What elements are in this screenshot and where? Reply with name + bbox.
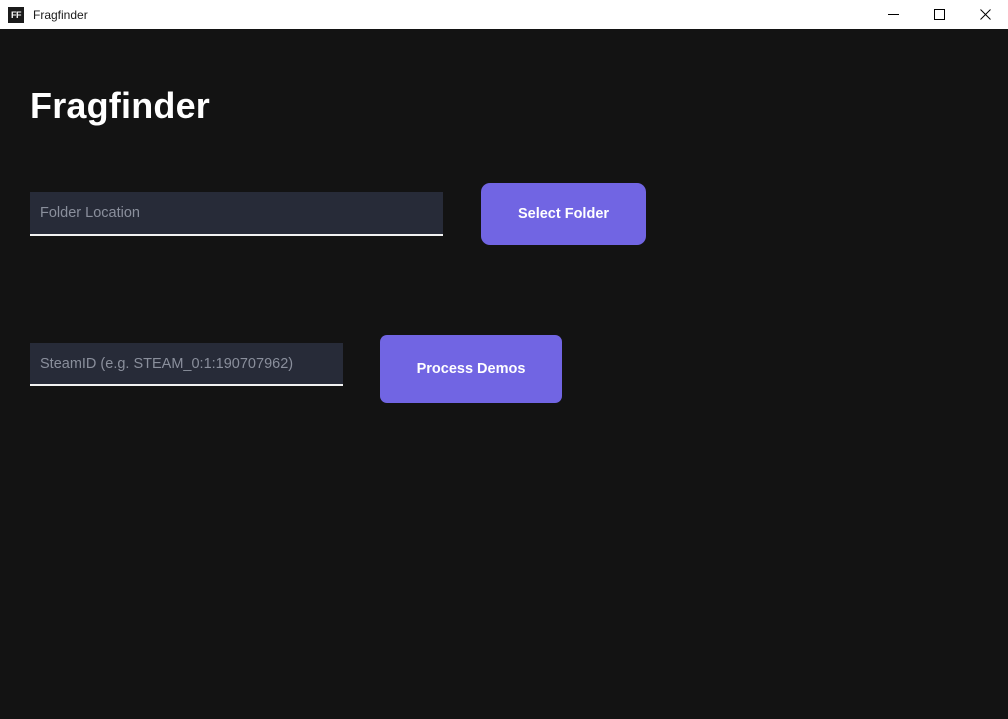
close-icon [979, 9, 991, 20]
maximize-icon [933, 9, 945, 20]
minimize-icon [887, 9, 899, 20]
app-body: Fragfinder Select Folder Process Demos [0, 29, 1008, 719]
select-folder-button[interactable]: Select Folder [481, 183, 646, 245]
page-title: Fragfinder [30, 85, 211, 126]
app-icon: FF [8, 6, 24, 23]
window-titlebar: FF Fragfinder [0, 0, 1008, 29]
window-title: Fragfinder [33, 7, 88, 22]
minimize-button[interactable] [870, 0, 916, 29]
folder-location-input[interactable] [30, 192, 443, 236]
maximize-button[interactable] [916, 0, 962, 29]
process-demos-button[interactable]: Process Demos [380, 335, 562, 403]
close-button[interactable] [962, 0, 1008, 29]
steamid-input[interactable] [30, 343, 343, 386]
